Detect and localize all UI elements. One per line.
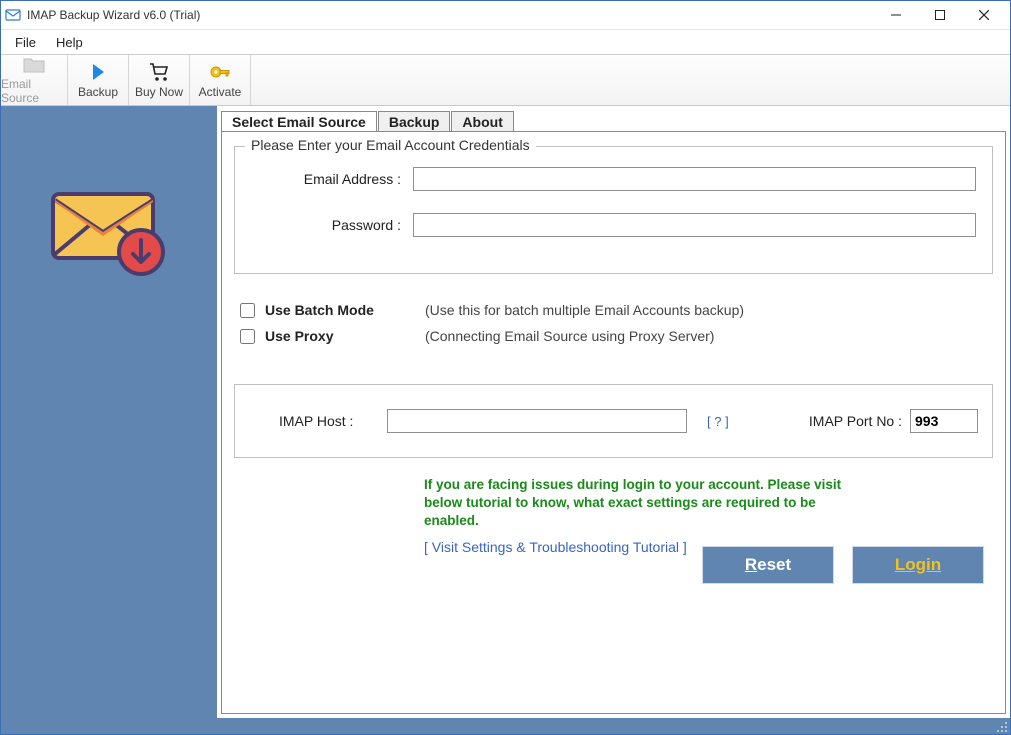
proxy-checkbox[interactable] xyxy=(240,329,255,344)
toolbar-buy-now[interactable]: Buy Now xyxy=(129,55,190,105)
login-issues-notice: If you are facing issues during login to… xyxy=(424,476,864,531)
toolbar-buy-now-label: Buy Now xyxy=(135,85,183,99)
window-title: IMAP Backup Wizard v6.0 (Trial) xyxy=(27,8,200,22)
tab-strip: Select Email Source Backup About xyxy=(221,107,1006,131)
folder-icon xyxy=(22,55,46,75)
batch-mode-checkbox[interactable] xyxy=(240,303,255,318)
app-icon xyxy=(5,7,21,23)
email-input[interactable] xyxy=(413,167,976,191)
sidebar xyxy=(1,106,217,718)
toolbar: Email Source Backup Buy Now xyxy=(1,55,1010,106)
imap-host-input[interactable] xyxy=(387,409,687,433)
toolbar-backup[interactable]: Backup xyxy=(68,55,129,105)
tab-select-email-source[interactable]: Select Email Source xyxy=(221,111,377,132)
action-buttons: Reset Login xyxy=(703,547,983,583)
menu-help[interactable]: Help xyxy=(46,30,93,54)
body: Select Email Source Backup About Please … xyxy=(1,106,1010,718)
reset-button-hotkey: R xyxy=(745,555,757,575)
imap-host-label: IMAP Host : xyxy=(279,413,379,429)
batch-mode-row: Use Batch Mode (Use this for batch multi… xyxy=(240,302,993,318)
key-icon xyxy=(209,61,231,83)
email-label: Email Address : xyxy=(251,171,413,187)
tab-panel: Please Enter your Email Account Credenti… xyxy=(221,131,1006,714)
imap-port-input[interactable] xyxy=(910,409,978,433)
close-button[interactable] xyxy=(962,1,1006,29)
app-window: IMAP Backup Wizard v6.0 (Trial) File Hel… xyxy=(0,0,1011,735)
title-bar: IMAP Backup Wizard v6.0 (Trial) xyxy=(1,1,1010,30)
tab-backup[interactable]: Backup xyxy=(378,111,451,132)
password-label: Password : xyxy=(251,217,413,233)
proxy-hint: (Connecting Email Source using Proxy Ser… xyxy=(425,328,714,344)
main-panel: Select Email Source Backup About Please … xyxy=(217,106,1010,718)
toolbar-activate[interactable]: Activate xyxy=(190,55,251,105)
proxy-row: Use Proxy (Connecting Email Source using… xyxy=(240,328,993,344)
envelope-icon xyxy=(49,166,169,286)
login-button[interactable]: Login xyxy=(853,547,983,583)
imap-help-link[interactable]: [ ? ] xyxy=(707,414,729,429)
tab-about[interactable]: About xyxy=(451,111,513,132)
status-bar xyxy=(1,718,1010,734)
proxy-label: Use Proxy xyxy=(265,328,415,344)
toolbar-activate-label: Activate xyxy=(199,85,242,99)
batch-mode-label: Use Batch Mode xyxy=(265,302,415,318)
menu-file[interactable]: File xyxy=(5,30,46,54)
toolbar-backup-label: Backup xyxy=(78,85,118,99)
credentials-fieldset: Please Enter your Email Account Credenti… xyxy=(234,146,993,274)
password-input[interactable] xyxy=(413,213,976,237)
toolbar-email-source[interactable]: Email Source xyxy=(1,55,68,105)
credentials-legend: Please Enter your Email Account Credenti… xyxy=(245,137,536,153)
resize-grip-icon[interactable] xyxy=(994,719,1008,733)
play-icon xyxy=(90,61,106,83)
batch-mode-hint: (Use this for batch multiple Email Accou… xyxy=(425,302,744,318)
reset-button-label: eset xyxy=(757,555,791,575)
imap-settings-box: IMAP Host : [ ? ] IMAP Port No : xyxy=(234,384,993,458)
menu-bar: File Help xyxy=(1,30,1010,55)
toolbar-email-source-label: Email Source xyxy=(1,77,67,105)
maximize-button[interactable] xyxy=(918,1,962,29)
imap-port-label: IMAP Port No : xyxy=(809,413,902,429)
cart-icon xyxy=(148,61,170,83)
minimize-button[interactable] xyxy=(874,1,918,29)
reset-button[interactable]: Reset xyxy=(703,547,833,583)
